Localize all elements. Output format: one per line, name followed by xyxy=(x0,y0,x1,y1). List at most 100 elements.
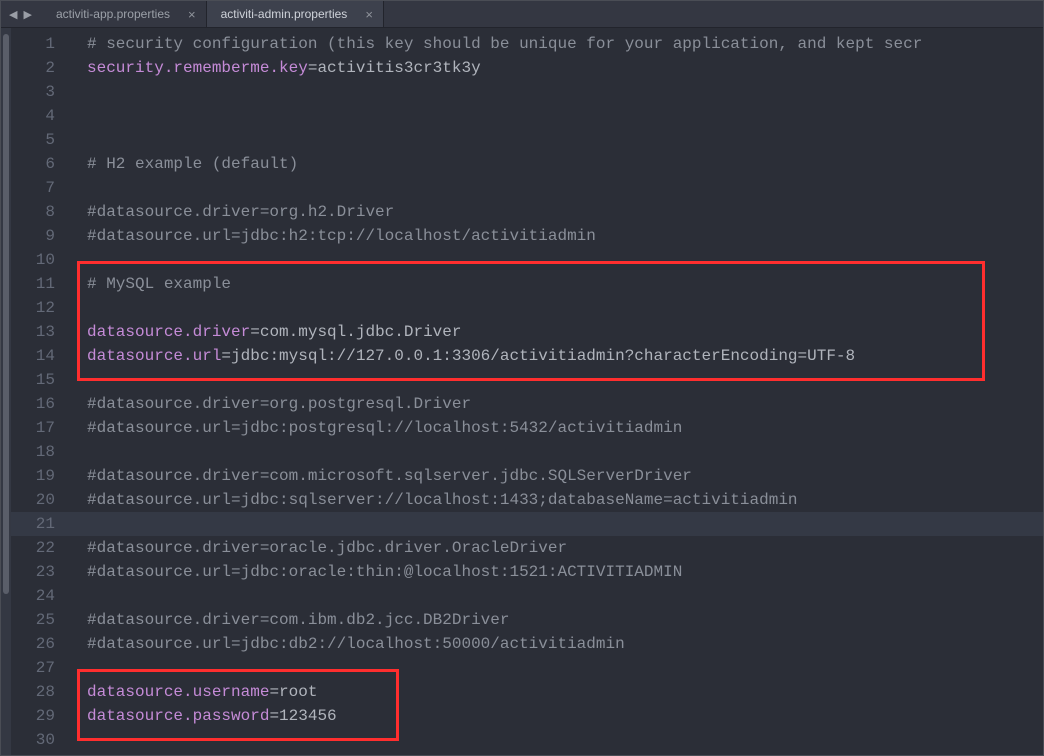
code-line[interactable]: # MySQL example xyxy=(69,272,1043,296)
line-number: 11 xyxy=(11,272,69,296)
property-value: jdbc:mysql://127.0.0.1:3306/activitiadmi… xyxy=(231,347,855,365)
code-line[interactable] xyxy=(69,104,1043,128)
property-key: datasource.url xyxy=(87,347,221,365)
code-line[interactable]: #datasource.driver=com.microsoft.sqlserv… xyxy=(69,464,1043,488)
line-number: 6 xyxy=(11,152,69,176)
comment-text: #datasource.url=jdbc:sqlserver://localho… xyxy=(87,491,798,509)
code-line[interactable] xyxy=(69,368,1043,392)
tab-next-arrow-icon[interactable]: ▶ xyxy=(23,8,31,21)
line-number: 19 xyxy=(11,464,69,488)
code-line[interactable] xyxy=(69,176,1043,200)
code-line[interactable] xyxy=(69,440,1043,464)
close-icon[interactable]: × xyxy=(188,8,196,21)
equals-sign: = xyxy=(250,323,260,341)
line-number: 10 xyxy=(11,248,69,272)
line-number: 26 xyxy=(11,632,69,656)
line-number: 7 xyxy=(11,176,69,200)
property-key: security.rememberme.key xyxy=(87,59,308,77)
tab-nav-arrows: ◀ ▶ xyxy=(1,1,42,27)
code-line[interactable]: datasource.url=jdbc:mysql://127.0.0.1:33… xyxy=(69,344,1043,368)
code-line[interactable]: datasource.username=root xyxy=(69,680,1043,704)
line-number: 13 xyxy=(11,320,69,344)
line-number: 12 xyxy=(11,296,69,320)
code-line[interactable]: datasource.driver=com.mysql.jdbc.Driver xyxy=(69,320,1043,344)
editor-area[interactable]: 1234567891011121314151617181920212223242… xyxy=(1,28,1043,755)
code-line[interactable]: #datasource.url=jdbc:db2://localhost:500… xyxy=(69,632,1043,656)
equals-sign: = xyxy=(269,683,279,701)
line-number-gutter: 1234567891011121314151617181920212223242… xyxy=(11,28,69,755)
comment-text: #datasource.url=jdbc:oracle:thin:@localh… xyxy=(87,563,682,581)
code-line[interactable]: #datasource.url=jdbc:sqlserver://localho… xyxy=(69,488,1043,512)
property-key: datasource.password xyxy=(87,707,269,725)
comment-text: #datasource.url=jdbc:db2://localhost:500… xyxy=(87,635,625,653)
property-key: datasource.username xyxy=(87,683,269,701)
code-line[interactable] xyxy=(69,296,1043,320)
line-number: 28 xyxy=(11,680,69,704)
code-line[interactable]: security.rememberme.key=activitis3cr3tk3… xyxy=(69,56,1043,80)
code-line[interactable] xyxy=(69,80,1043,104)
code-line[interactable] xyxy=(69,512,1043,536)
code-content[interactable]: # security configuration (this key shoul… xyxy=(69,28,1043,755)
line-number: 15 xyxy=(11,368,69,392)
tab-activiti-app-properties[interactable]: activiti-app.properties× xyxy=(42,1,207,27)
equals-sign: = xyxy=(308,59,318,77)
code-line[interactable]: # security configuration (this key shoul… xyxy=(69,32,1043,56)
editor-window: ◀ ▶ activiti-app.properties×activiti-adm… xyxy=(0,0,1044,756)
comment-text: #datasource.url=jdbc:postgresql://localh… xyxy=(87,419,682,437)
property-value: root xyxy=(279,683,317,701)
line-number: 27 xyxy=(11,656,69,680)
comment-text: # security configuration (this key shoul… xyxy=(87,35,922,53)
comment-text: #datasource.driver=org.h2.Driver xyxy=(87,203,394,221)
line-number: 5 xyxy=(11,128,69,152)
property-value: activitis3cr3tk3y xyxy=(317,59,480,77)
code-line[interactable]: #datasource.url=jdbc:postgresql://localh… xyxy=(69,416,1043,440)
code-line[interactable]: #datasource.driver=oracle.jdbc.driver.Or… xyxy=(69,536,1043,560)
code-line[interactable]: #datasource.driver=org.postgresql.Driver xyxy=(69,392,1043,416)
property-value: com.mysql.jdbc.Driver xyxy=(260,323,462,341)
line-number: 29 xyxy=(11,704,69,728)
equals-sign: = xyxy=(269,707,279,725)
tab-activiti-admin-properties[interactable]: activiti-admin.properties × xyxy=(207,1,384,27)
line-number: 22 xyxy=(11,536,69,560)
comment-text: # MySQL example xyxy=(87,275,231,293)
line-number: 16 xyxy=(11,392,69,416)
comment-text: #datasource.driver=oracle.jdbc.driver.Or… xyxy=(87,539,567,557)
code-line[interactable]: #datasource.driver=org.h2.Driver xyxy=(69,200,1043,224)
line-number: 9 xyxy=(11,224,69,248)
code-line[interactable]: #datasource.driver=com.ibm.db2.jcc.DB2Dr… xyxy=(69,608,1043,632)
editor-scrollbar-thumb[interactable] xyxy=(3,34,9,594)
line-number: 21 xyxy=(11,512,69,536)
line-number: 30 xyxy=(11,728,69,752)
line-number: 24 xyxy=(11,584,69,608)
tab-label: activiti-admin.properties xyxy=(221,7,348,21)
line-number: 8 xyxy=(11,200,69,224)
code-line[interactable] xyxy=(69,248,1043,272)
code-line[interactable] xyxy=(69,728,1043,752)
line-number: 18 xyxy=(11,440,69,464)
code-line[interactable]: #datasource.url=jdbc:oracle:thin:@localh… xyxy=(69,560,1043,584)
comment-text: #datasource.driver=com.ibm.db2.jcc.DB2Dr… xyxy=(87,611,509,629)
line-number: 14 xyxy=(11,344,69,368)
line-number: 1 xyxy=(11,32,69,56)
line-number: 25 xyxy=(11,608,69,632)
close-icon[interactable]: × xyxy=(365,8,373,21)
line-number: 4 xyxy=(11,104,69,128)
code-line[interactable] xyxy=(69,584,1043,608)
line-number: 20 xyxy=(11,488,69,512)
line-number: 2 xyxy=(11,56,69,80)
code-line[interactable] xyxy=(69,128,1043,152)
editor-scrollbar-track[interactable] xyxy=(1,28,11,755)
code-line[interactable]: # H2 example (default) xyxy=(69,152,1043,176)
line-number: 23 xyxy=(11,560,69,584)
tab-prev-arrow-icon[interactable]: ◀ xyxy=(9,8,17,21)
comment-text: #datasource.driver=org.postgresql.Driver xyxy=(87,395,471,413)
code-line[interactable]: #datasource.url=jdbc:h2:tcp://localhost/… xyxy=(69,224,1043,248)
tab-bar: ◀ ▶ activiti-app.properties×activiti-adm… xyxy=(1,1,1043,28)
code-line[interactable] xyxy=(69,656,1043,680)
line-number: 17 xyxy=(11,416,69,440)
comment-text: #datasource.driver=com.microsoft.sqlserv… xyxy=(87,467,692,485)
code-line[interactable]: datasource.password=123456 xyxy=(69,704,1043,728)
property-value: 123456 xyxy=(279,707,337,725)
comment-text: # H2 example (default) xyxy=(87,155,298,173)
equals-sign: = xyxy=(221,347,231,365)
